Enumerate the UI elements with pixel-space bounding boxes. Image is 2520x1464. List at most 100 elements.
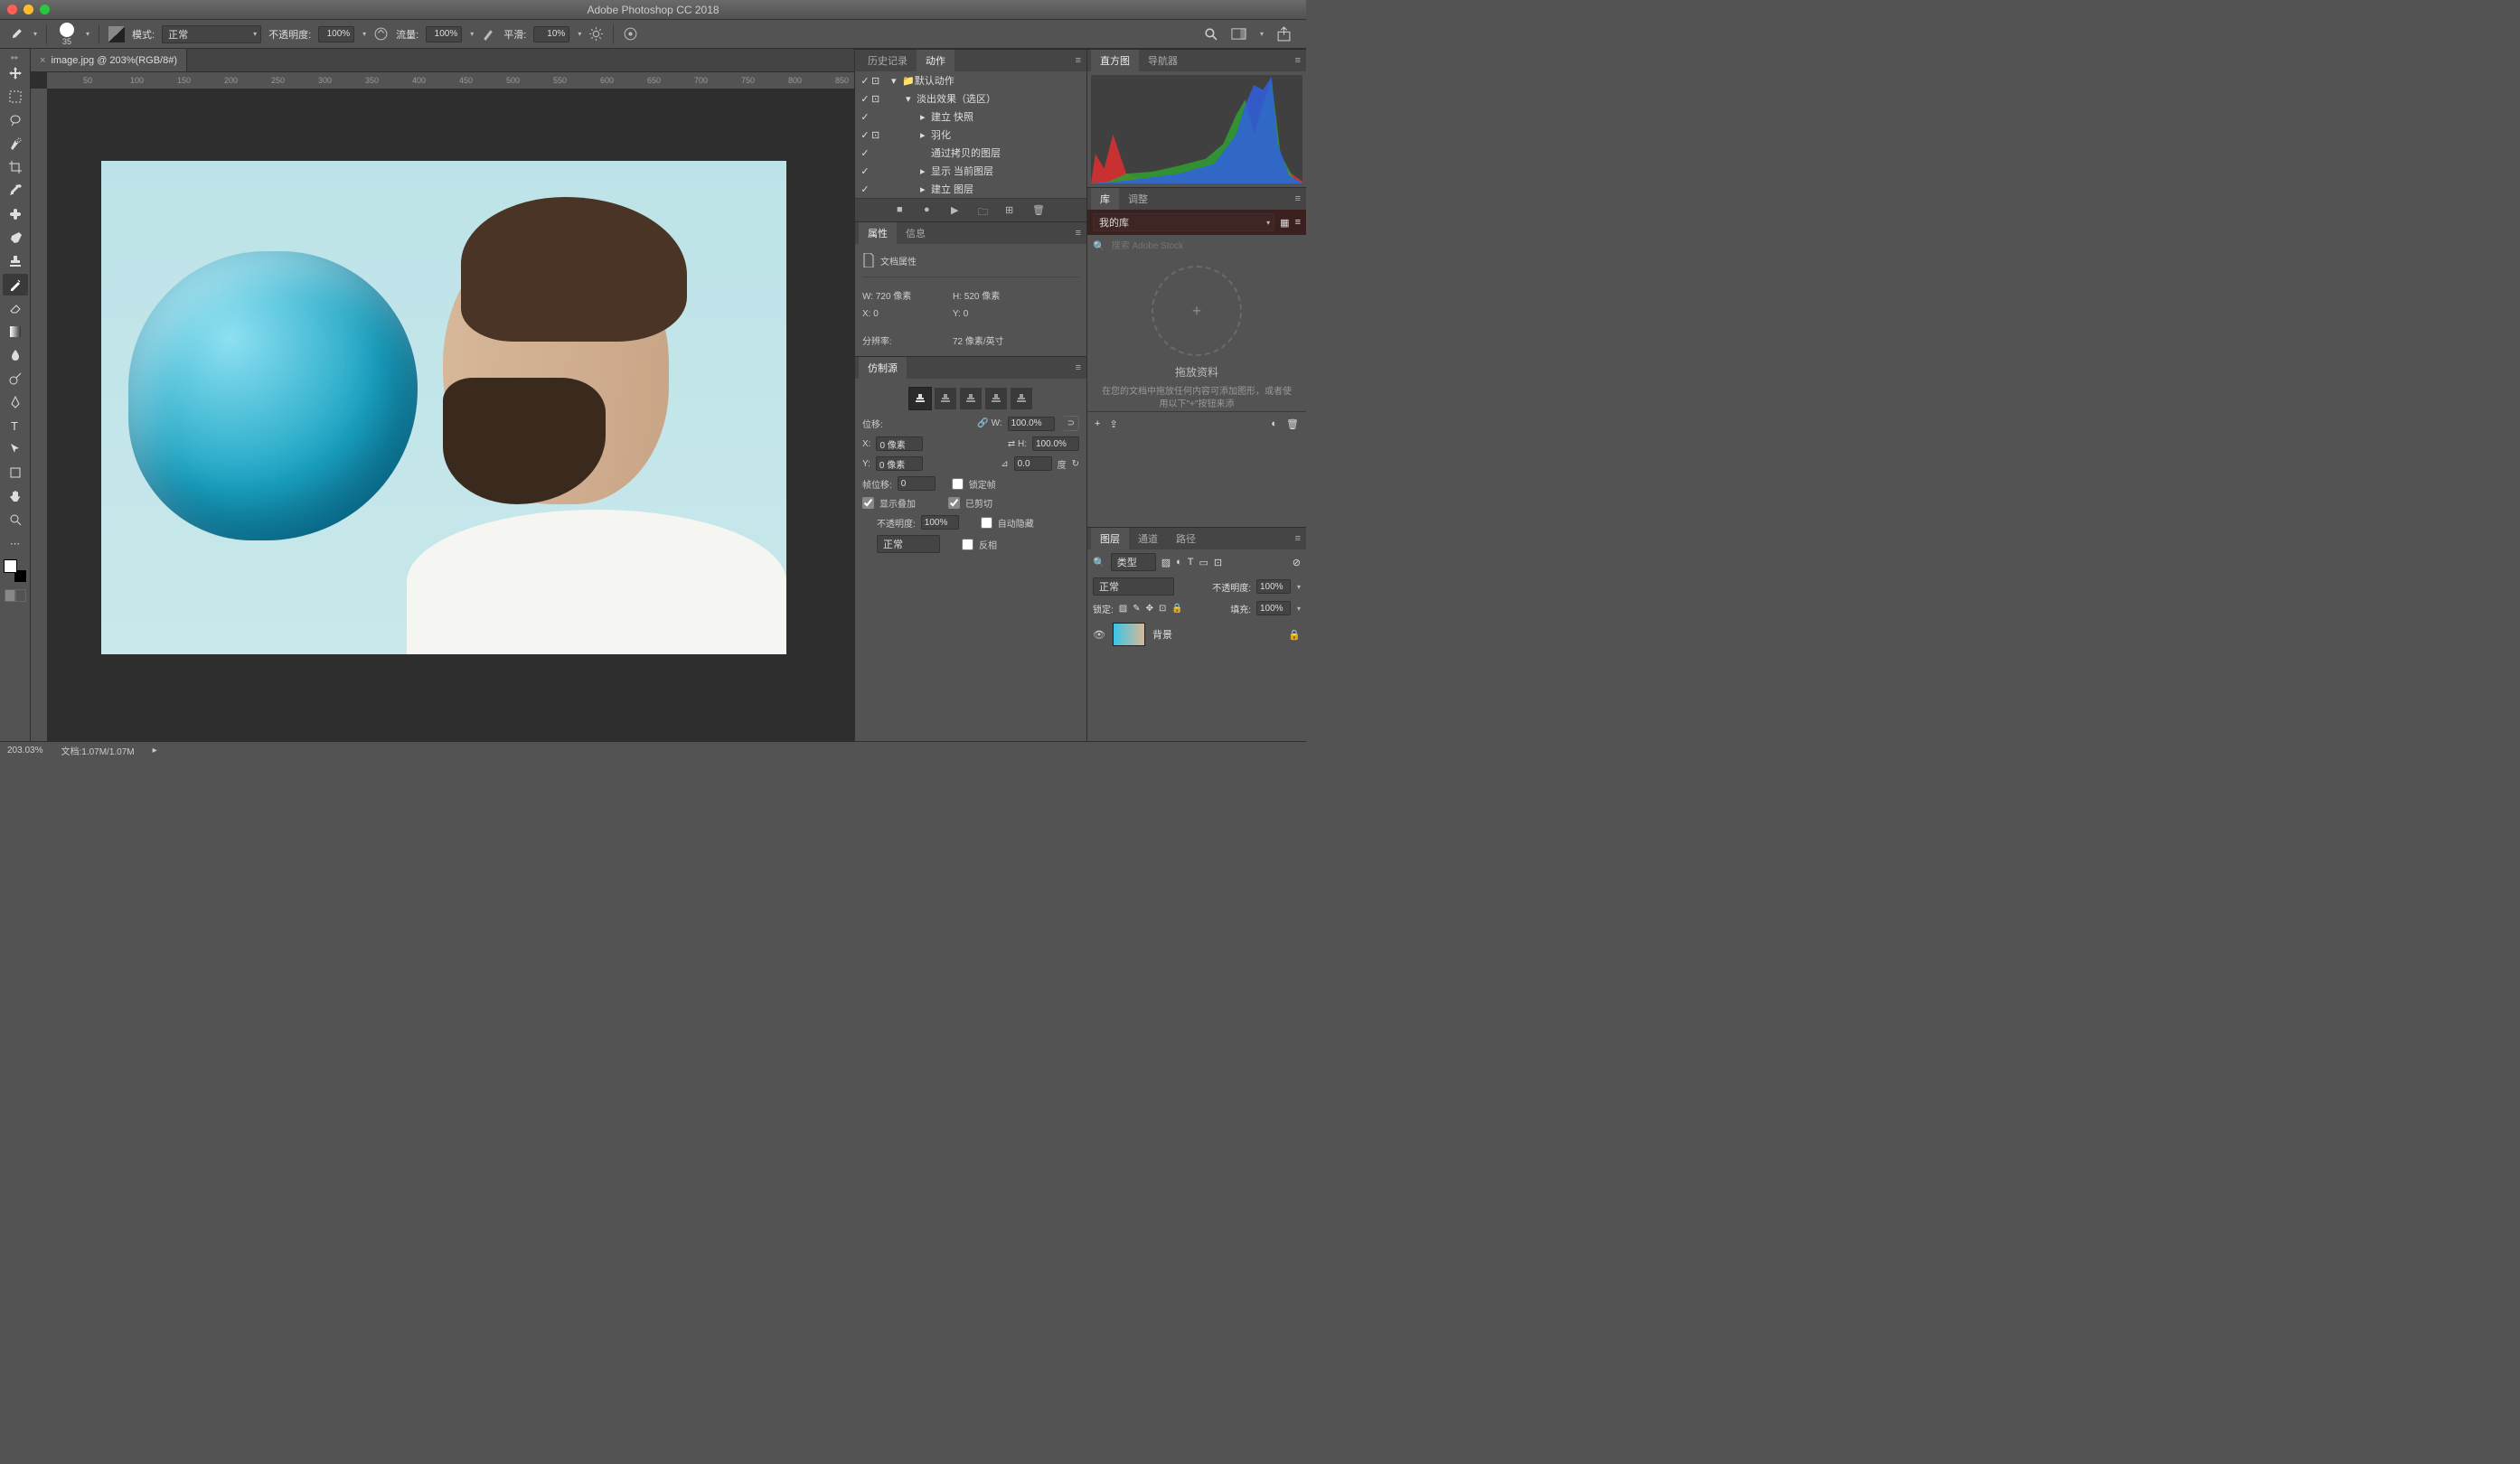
close-tab-icon[interactable]: × <box>40 55 45 66</box>
pressure-opacity-icon[interactable] <box>373 26 389 42</box>
zoom-level[interactable]: 203.03% <box>7 746 42 755</box>
tab-properties[interactable]: 属性 <box>859 222 897 244</box>
clone-source-1[interactable] <box>909 388 931 409</box>
add-lib-icon[interactable]: + <box>1095 418 1100 429</box>
upload-lib-icon[interactable]: ⇪ <box>1109 418 1117 430</box>
layer-name[interactable]: 背景 <box>1152 627 1172 642</box>
crop-tool[interactable] <box>3 156 28 178</box>
quick-select-tool[interactable] <box>3 133 28 155</box>
tab-actions[interactable]: 动作 <box>917 50 954 71</box>
layer-fill[interactable] <box>1256 601 1291 615</box>
tool-preset-chevron[interactable]: ▾ <box>33 30 37 38</box>
filter-adj-icon[interactable]: ◐ <box>1176 557 1182 568</box>
stamp-tool[interactable] <box>3 250 28 272</box>
tab-clone-source[interactable]: 仿制源 <box>859 357 907 379</box>
blend-mode-select[interactable]: 正常▾ <box>162 25 261 43</box>
panel-menu-icon[interactable]: ≡ <box>1070 228 1086 239</box>
minimize-window[interactable] <box>24 5 33 14</box>
actions-list[interactable]: ✓⊡▾📁默认动作✓⊡▾淡出效果（选区）✓▸建立 快照✓⊡▸羽化✓通过拷贝的图层✓… <box>855 71 1086 198</box>
clone-source-5[interactable] <box>1011 388 1032 409</box>
tab-library[interactable]: 库 <box>1091 188 1119 210</box>
color-swatches[interactable] <box>3 558 28 584</box>
path-select-tool[interactable] <box>3 438 28 460</box>
clone-source-2[interactable] <box>935 388 956 409</box>
history-brush-tool[interactable] <box>3 274 28 296</box>
zoom-window[interactable] <box>40 5 50 14</box>
move-tool[interactable] <box>3 62 28 84</box>
ruler-vertical[interactable] <box>31 89 47 741</box>
gradient-tool[interactable] <box>3 321 28 343</box>
tab-adjustments[interactable]: 调整 <box>1119 188 1157 210</box>
link-wh-icon[interactable]: ⊃ <box>1064 416 1079 431</box>
lock-all-icon[interactable]: 🔒 <box>1171 604 1182 614</box>
pen-tool[interactable] <box>3 391 28 413</box>
action-item[interactable]: ✓⊡▾📁默认动作 <box>855 71 1086 89</box>
tab-channels[interactable]: 通道 <box>1129 528 1167 549</box>
tab-history[interactable]: 历史记录 <box>859 50 917 71</box>
filter-pixel-icon[interactable]: ▨ <box>1161 557 1171 568</box>
overlay-opacity[interactable] <box>921 515 959 530</box>
panel-menu-icon[interactable]: ≡ <box>1070 55 1086 66</box>
filter-toggle[interactable]: ⊘ <box>1293 557 1301 568</box>
filter-type-icon[interactable]: T <box>1188 557 1194 568</box>
layer-filter-type[interactable]: 类型 <box>1111 553 1156 571</box>
brush-picker-chevron[interactable]: ▾ <box>86 30 89 38</box>
clipped-chk[interactable] <box>948 497 960 509</box>
trash-icon[interactable]: 🗑 <box>1032 204 1045 217</box>
show-overlay-chk[interactable] <box>862 497 874 509</box>
share-icon[interactable] <box>1276 26 1292 42</box>
reset-icon[interactable]: ↻ <box>1072 459 1079 469</box>
lock-frame-chk[interactable] <box>952 478 964 490</box>
action-item[interactable]: ✓▸建立 图层 <box>855 180 1086 198</box>
clone-h[interactable] <box>1032 436 1079 451</box>
layer-blend-select[interactable]: 正常 <box>1093 577 1174 596</box>
eraser-tool[interactable] <box>3 297 28 319</box>
eyedropper-tool[interactable] <box>3 180 28 202</box>
edit-mode-toggle[interactable] <box>5 589 26 602</box>
lock-trans-icon[interactable]: ▨ <box>1119 604 1127 614</box>
new-action-icon[interactable]: ⊞ <box>1005 204 1018 217</box>
action-item[interactable]: ✓⊡▾淡出效果（选区） <box>855 89 1086 108</box>
tab-layers[interactable]: 图层 <box>1091 528 1129 549</box>
cc-sync-icon[interactable]: ◐ <box>1271 418 1277 429</box>
dodge-tool[interactable] <box>3 368 28 389</box>
stop-icon[interactable]: ■ <box>897 204 909 217</box>
flow-input[interactable] <box>426 26 462 42</box>
panel-menu-icon[interactable]: ≡ <box>1070 362 1086 373</box>
action-item[interactable]: ✓⊡▸羽化 <box>855 126 1086 144</box>
record-icon[interactable]: ● <box>924 204 936 217</box>
visibility-icon[interactable]: 👁 <box>1093 629 1105 641</box>
action-item[interactable]: ✓▸显示 当前图层 <box>855 162 1086 180</box>
canvas[interactable] <box>47 89 854 741</box>
library-select[interactable]: 我的库▾ <box>1093 213 1274 231</box>
tab-histogram[interactable]: 直方图 <box>1091 50 1139 71</box>
zoom-tool[interactable] <box>3 509 28 530</box>
stock-search[interactable] <box>1109 239 1301 253</box>
type-tool[interactable]: T <box>3 415 28 436</box>
search-icon[interactable] <box>1203 26 1218 42</box>
clone-source-4[interactable] <box>985 388 1007 409</box>
workspace-icon[interactable] <box>1231 26 1246 42</box>
smoothing-gear-icon[interactable] <box>588 26 604 42</box>
opacity-input[interactable] <box>318 26 354 42</box>
close-window[interactable] <box>7 5 17 14</box>
smoothing-input[interactable] <box>533 26 569 42</box>
toolbar-collapse[interactable]: ▸▸ <box>0 52 30 61</box>
doc-size[interactable]: 文档:1.07M/1.07M <box>61 744 134 757</box>
status-chevron[interactable]: ▸ <box>153 746 157 755</box>
library-drop-zone[interactable]: + <box>1152 266 1242 356</box>
pressure-size-icon[interactable] <box>623 26 638 42</box>
clone-angle[interactable] <box>1014 456 1052 471</box>
lock-pos-icon[interactable]: ✥ <box>1146 604 1153 614</box>
grid-view-icon[interactable]: ▦ <box>1280 217 1289 229</box>
clone-y[interactable] <box>876 456 923 471</box>
edit-toolbar[interactable]: ⋯ <box>3 532 28 554</box>
healing-tool[interactable] <box>3 203 28 225</box>
brush-tool-btn[interactable] <box>3 227 28 249</box>
brush-preview[interactable]: 35 <box>56 23 78 46</box>
list-view-icon[interactable]: ≡ <box>1295 217 1301 228</box>
blur-tool[interactable] <box>3 344 28 366</box>
tab-info[interactable]: 信息 <box>897 222 935 244</box>
trash-icon[interactable]: 🗑 <box>1286 418 1299 430</box>
tab-paths[interactable]: 路径 <box>1167 528 1205 549</box>
